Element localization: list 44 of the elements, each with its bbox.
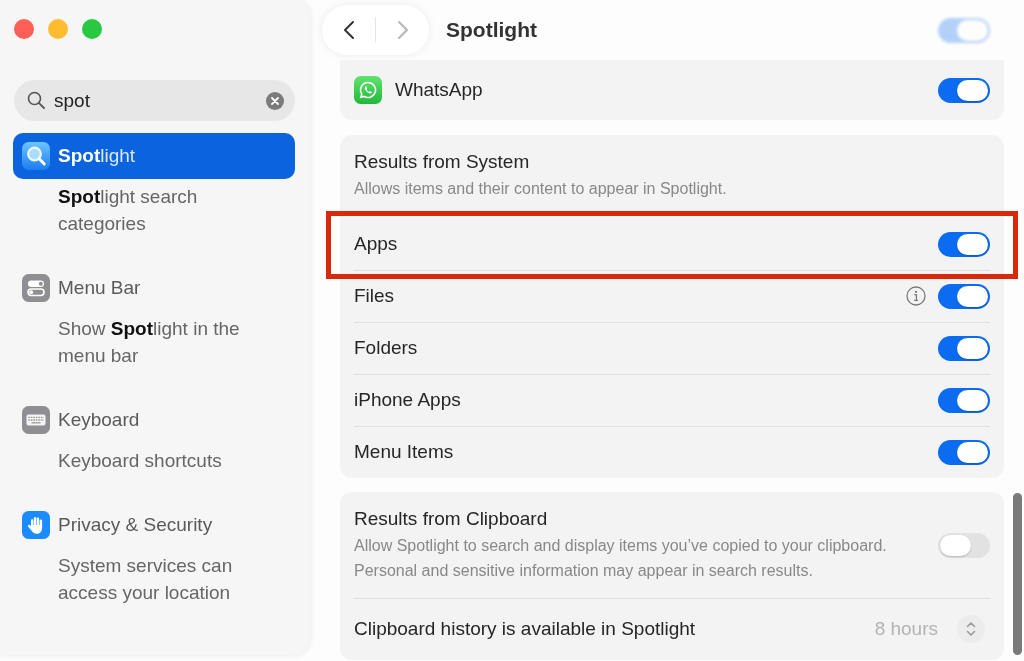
app-name: WhatsApp [395, 79, 484, 101]
row-label: Menu Items [354, 441, 455, 463]
search-result[interactable]: System services can access your location [13, 548, 295, 610]
search-field[interactable]: spot [14, 80, 295, 121]
search-icon [27, 91, 45, 109]
chevron-left-icon [342, 20, 355, 40]
sidebar-item[interactable]: Keyboard [13, 397, 295, 443]
minimize-button[interactable] [48, 19, 68, 39]
close-button[interactable] [14, 19, 34, 39]
toggle-switch[interactable] [938, 439, 990, 465]
toggle-switch[interactable] [938, 231, 990, 257]
search-result[interactable]: Show Spotlight in the menu bar [13, 311, 295, 373]
toggle-switch[interactable] [938, 77, 990, 103]
toggle-switch[interactable] [938, 387, 990, 413]
page-title: Spotlight [446, 18, 537, 42]
magnifier-icon [22, 142, 50, 170]
section-title: Results from System [354, 151, 531, 173]
toggles-icon [22, 274, 50, 302]
chevron-right-icon [396, 20, 409, 40]
sidebar-item[interactable]: Spotlight [13, 133, 295, 179]
row-label: Folders [354, 337, 419, 359]
section-description: Allow Spotlight to search and display items you’ve copied to your clipboard. Personal and sensitive information may appear in search results. [354, 536, 888, 581]
row-label: iPhone Apps [354, 389, 462, 411]
toggle-switch[interactable] [938, 17, 990, 43]
row-label: Apps [354, 233, 399, 255]
keyboard-icon [22, 406, 50, 434]
section-description: Allows items and their content to appear in Spotlight. [354, 179, 728, 199]
row-label: Files [354, 285, 396, 307]
section-title: Results from Clipboard [354, 508, 549, 530]
clear-icon[interactable] [266, 91, 284, 110]
zoom-button[interactable] [82, 19, 102, 39]
toggle-switch[interactable] [938, 283, 990, 309]
info-icon[interactable] [906, 286, 926, 306]
phone-bubble-icon [354, 76, 382, 104]
sidebar-item[interactable]: Privacy & Security [13, 502, 295, 548]
row-label: Clipboard history is available in Spotlight [354, 618, 697, 640]
scrollbar-thumb[interactable] [1013, 493, 1022, 655]
stepper-icon[interactable] [957, 615, 985, 643]
toggle-switch[interactable] [938, 335, 990, 361]
search-result[interactable]: Keyboard shortcuts [13, 443, 295, 478]
search-result[interactable]: Spotlight search categories [13, 179, 295, 241]
hand-icon [22, 511, 50, 539]
toggle-switch[interactable] [938, 533, 990, 558]
sidebar-item[interactable]: Menu Bar [13, 265, 295, 311]
